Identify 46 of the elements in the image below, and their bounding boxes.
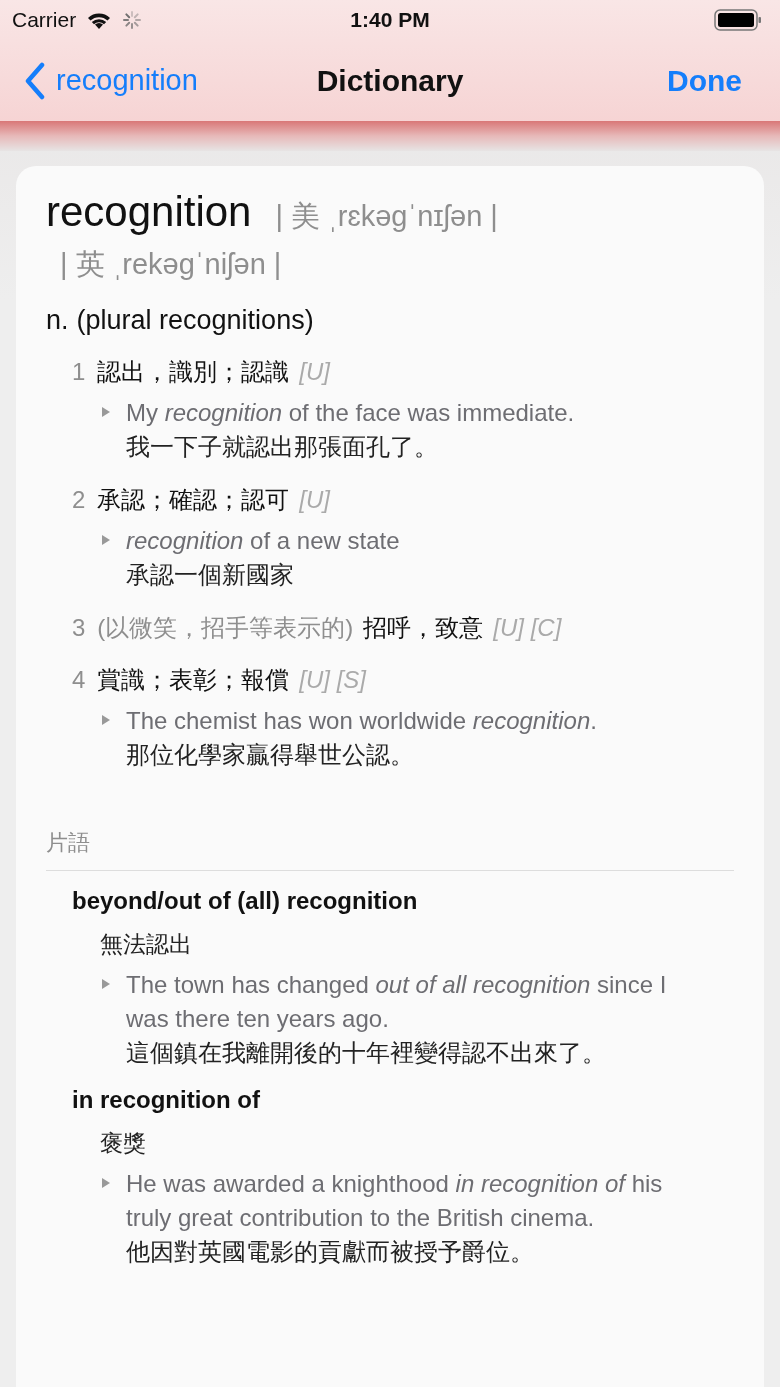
grammar-label: [U] [299,358,331,386]
sense-number: 2 [72,486,86,514]
phrase-definition: 褒獎 [100,1129,147,1158]
example-translation: 那位化學家贏得舉世公認。 [126,740,415,770]
definition: 認出，識別；認識 [97,357,290,387]
example-translation: 承認一個新國家 [126,560,295,590]
pronunciation: | 英 ˌrekəɡˈniʃən | [60,248,282,280]
status-time: 1:40 PM [350,8,430,32]
nav-title: Dictionary [316,63,464,98]
example-translation: 這個鎮在我離開後的十年裡變得認不出來了。 [126,1038,607,1068]
phrase-headword: in recognition of [72,1086,261,1114]
example-sentence: recognition of a new state [126,526,401,556]
sense-number: 1 [72,358,86,386]
headword: recognition [46,188,252,236]
phrase-headword: beyond/out of (all) recognition [72,887,419,915]
chevron-left-icon [24,61,46,100]
example-sentence: My recognition of the face was immediate. [126,398,576,428]
back-button[interactable]: recognition [24,61,198,100]
pronunciation: | 美 ˌrɛkəɡˈnɪʃən | [275,199,498,234]
example-translation: 我一下子就認出那張面孔了。 [126,432,439,462]
definition: 招呼，致意 [363,613,484,643]
sense-number: 3 [72,614,86,642]
grammar-label: [U] [299,486,331,514]
grammar-label: [U] [S] [299,666,367,694]
example-sentence: The town has changed out of all recognition since I was there ten years ago. [126,970,668,1034]
done-button[interactable]: Done [667,63,742,98]
bullet-icon [102,535,110,545]
definition: 賞識；表彰；報償 [97,665,290,695]
section-heading: 片語 [46,829,91,857]
inflection: (plural recognitions) [76,305,314,336]
battery-icon [714,9,762,31]
carrier-label: Carrier [12,8,77,32]
definition: 承認；確認；認可 [97,485,290,515]
example-sentence: He was awarded a knighthood in recognition of his truly great contribution to the British cinema. [126,1169,664,1233]
bullet-icon [102,979,110,989]
example-translation: 他因對英國電影的貢獻而被授予爵位。 [126,1237,535,1267]
example-sentence: The chemist has won worldwide recognition. [126,706,598,736]
bullet-icon [102,715,110,725]
sense-note: (以微笑，招手等表示的) [97,613,354,643]
spinner-icon [122,10,143,30]
grammar-label: [U] [C] [493,614,562,642]
phrase-definition: 無法認出 [100,930,193,959]
bullet-icon [102,1178,110,1188]
sense-number: 4 [72,666,86,694]
bullet-icon [102,407,110,417]
part-of-speech: n. [46,305,69,336]
